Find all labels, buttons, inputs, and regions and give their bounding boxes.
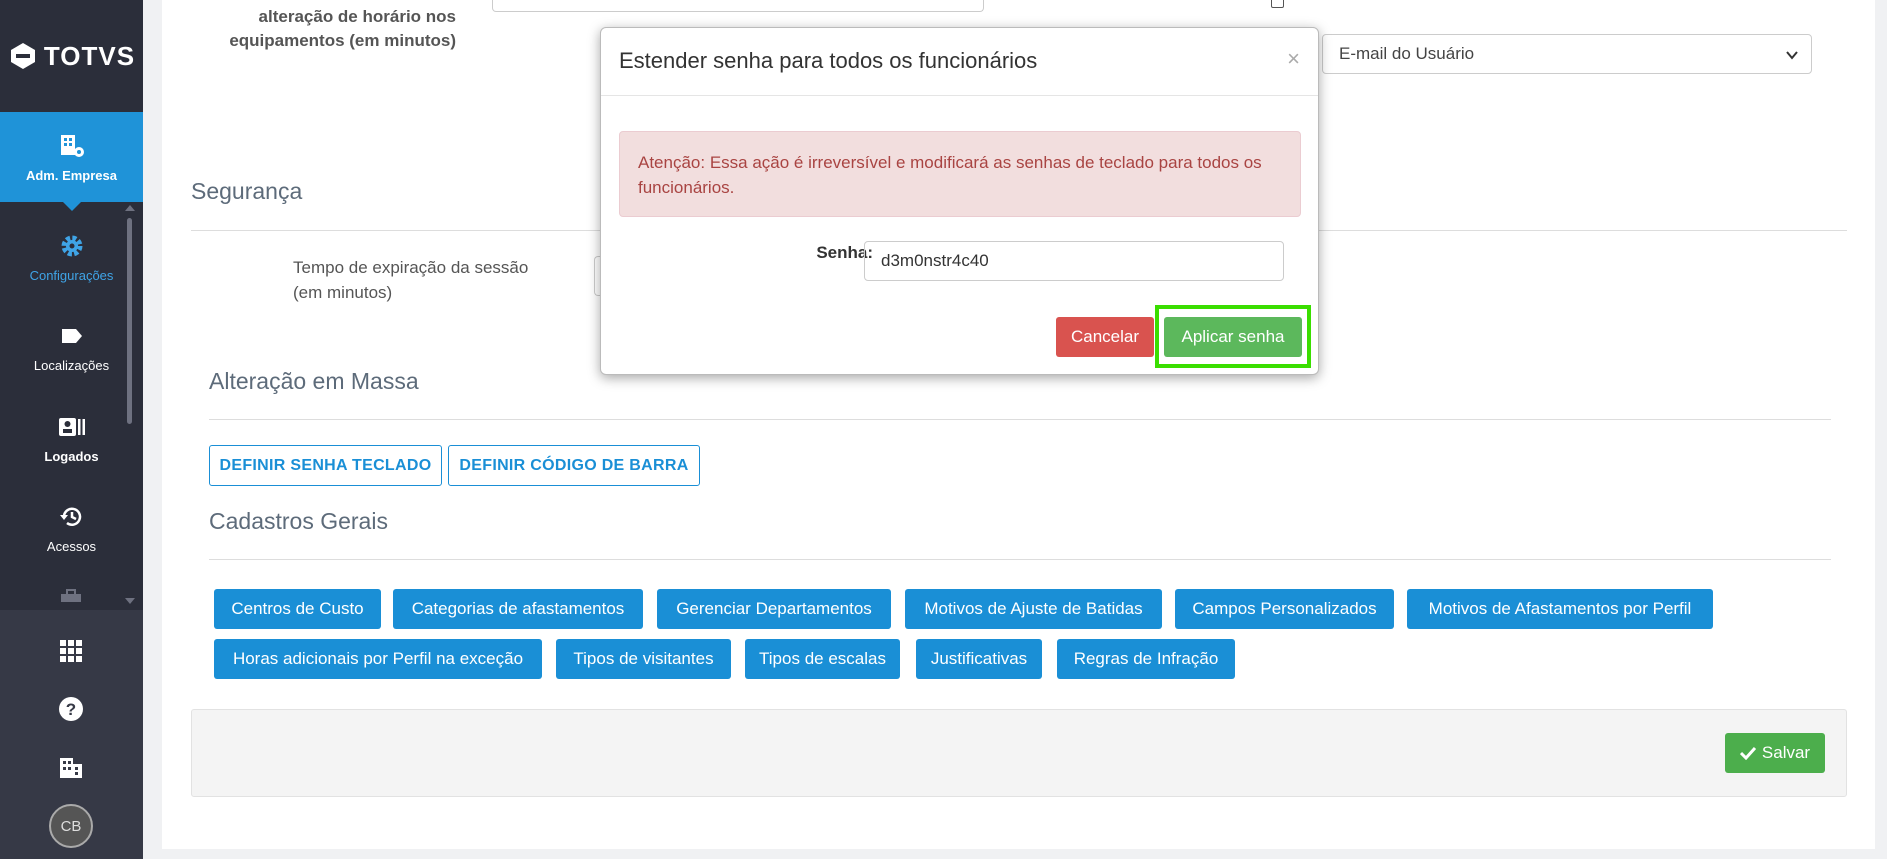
modal-header: Estender senha para todos os funcionário… [601, 28, 1318, 96]
cadastro-button[interactable]: Justificativas [916, 639, 1042, 679]
briefcase-icon[interactable] [56, 588, 86, 602]
cadastro-button[interactable]: Motivos de Ajuste de Batidas [905, 589, 1162, 629]
sidebar-scrollbar[interactable] [127, 218, 132, 424]
sidebar-item-logados[interactable]: Logados [0, 403, 143, 473]
definir-codigo-barra-button[interactable]: DEFINIR CÓDIGO DE BARRA [448, 445, 700, 486]
office-building-icon[interactable] [56, 752, 86, 782]
cadastro-button[interactable]: Campos Personalizados [1175, 589, 1394, 629]
email-select[interactable]: E-mail do Usuário [1322, 34, 1812, 74]
cadastro-button[interactable]: Motivos de Afastamentos por Perfil [1407, 589, 1713, 629]
form-footer [191, 709, 1847, 797]
cadastro-button[interactable]: Centros de Custo [214, 589, 381, 629]
scroll-up-arrow[interactable] [125, 205, 135, 211]
help-icon[interactable]: ? [56, 694, 86, 724]
sidebar-item-label: Acessos [46, 538, 97, 554]
scroll-down-arrow[interactable] [125, 598, 135, 604]
sidebar-item-localizacoes[interactable]: Localizações [0, 312, 143, 382]
section-title-cadastros-gerais: Cadastros Gerais [209, 508, 388, 534]
cadastro-button[interactable]: Tipos de visitantes [556, 639, 731, 679]
top-checkbox[interactable] [1271, 0, 1284, 8]
avatar[interactable]: CB [49, 804, 93, 848]
history-icon [58, 503, 86, 531]
cadastro-button[interactable]: Horas adicionais por Perfil na exceção [214, 639, 542, 679]
cadastro-button[interactable]: Gerenciar Departamentos [657, 589, 891, 629]
divider [209, 559, 1831, 560]
definir-senha-teclado-button[interactable]: DEFINIR SENHA TECLADO [209, 445, 442, 486]
sidebar-item-label: Adm. Empresa [25, 167, 118, 183]
time-change-label: alteração de horário nos equipamentos (e… [229, 7, 456, 50]
totvs-logo[interactable]: TOTVS [0, 0, 143, 112]
cancel-button[interactable]: Cancelar [1056, 317, 1154, 357]
cadastro-button[interactable]: Regras de Infração [1057, 639, 1235, 679]
sidebar: TOTVS Adm. Empresa Configurações Localiz… [0, 0, 143, 859]
section-title-alteracao-massa: Alteração em Massa [209, 368, 419, 394]
sidebar-item-acessos[interactable]: Acessos [0, 493, 143, 563]
gear-icon [58, 232, 86, 260]
warning-alert: Atenção: Essa ação é irreversível e modi… [619, 131, 1301, 217]
svg-text:?: ? [66, 700, 76, 719]
id-card-icon [58, 413, 86, 441]
cadastro-button[interactable]: Categorias de afastamentos [393, 589, 643, 629]
building-gear-icon [58, 132, 86, 160]
apps-grid-icon[interactable] [56, 636, 86, 666]
divider [209, 419, 1831, 420]
sidebar-item-label: Localizações [33, 357, 110, 373]
apply-password-button[interactable]: Aplicar senha [1164, 317, 1302, 357]
extend-password-modal: Estender senha para todos os funcionário… [600, 27, 1319, 375]
sidebar-item-label: Logados [44, 448, 99, 464]
email-select-value: E-mail do Usuário [1339, 44, 1475, 63]
time-change-input[interactable] [492, 0, 984, 12]
sidebar-item-label: Configurações [29, 267, 114, 283]
password-label: Senha: [816, 243, 873, 262]
active-caret [62, 201, 82, 211]
section-title-seguranca: Segurança [191, 178, 303, 204]
sidebar-item-adm-empresa[interactable]: Adm. Empresa [0, 112, 143, 202]
chevron-down-icon [1786, 51, 1798, 60]
sidebar-item-configuracoes[interactable]: Configurações [0, 222, 143, 292]
logo-text: TOTVS [43, 40, 136, 71]
password-input[interactable]: d3m0nstr4c40 [864, 241, 1284, 281]
tag-icon [58, 322, 86, 350]
check-icon [1739, 746, 1756, 760]
save-button[interactable]: Salvar [1725, 733, 1825, 773]
totvs-logo-icon [10, 43, 35, 69]
save-label: Salvar [1761, 743, 1811, 762]
cadastro-button[interactable]: Tipos de escalas [745, 639, 900, 679]
session-timeout-label: Tempo de expiração da sessão (em minutos… [293, 258, 529, 302]
modal-title: Estender senha para todos os funcionário… [619, 48, 1038, 73]
close-icon[interactable]: × [1287, 46, 1300, 72]
